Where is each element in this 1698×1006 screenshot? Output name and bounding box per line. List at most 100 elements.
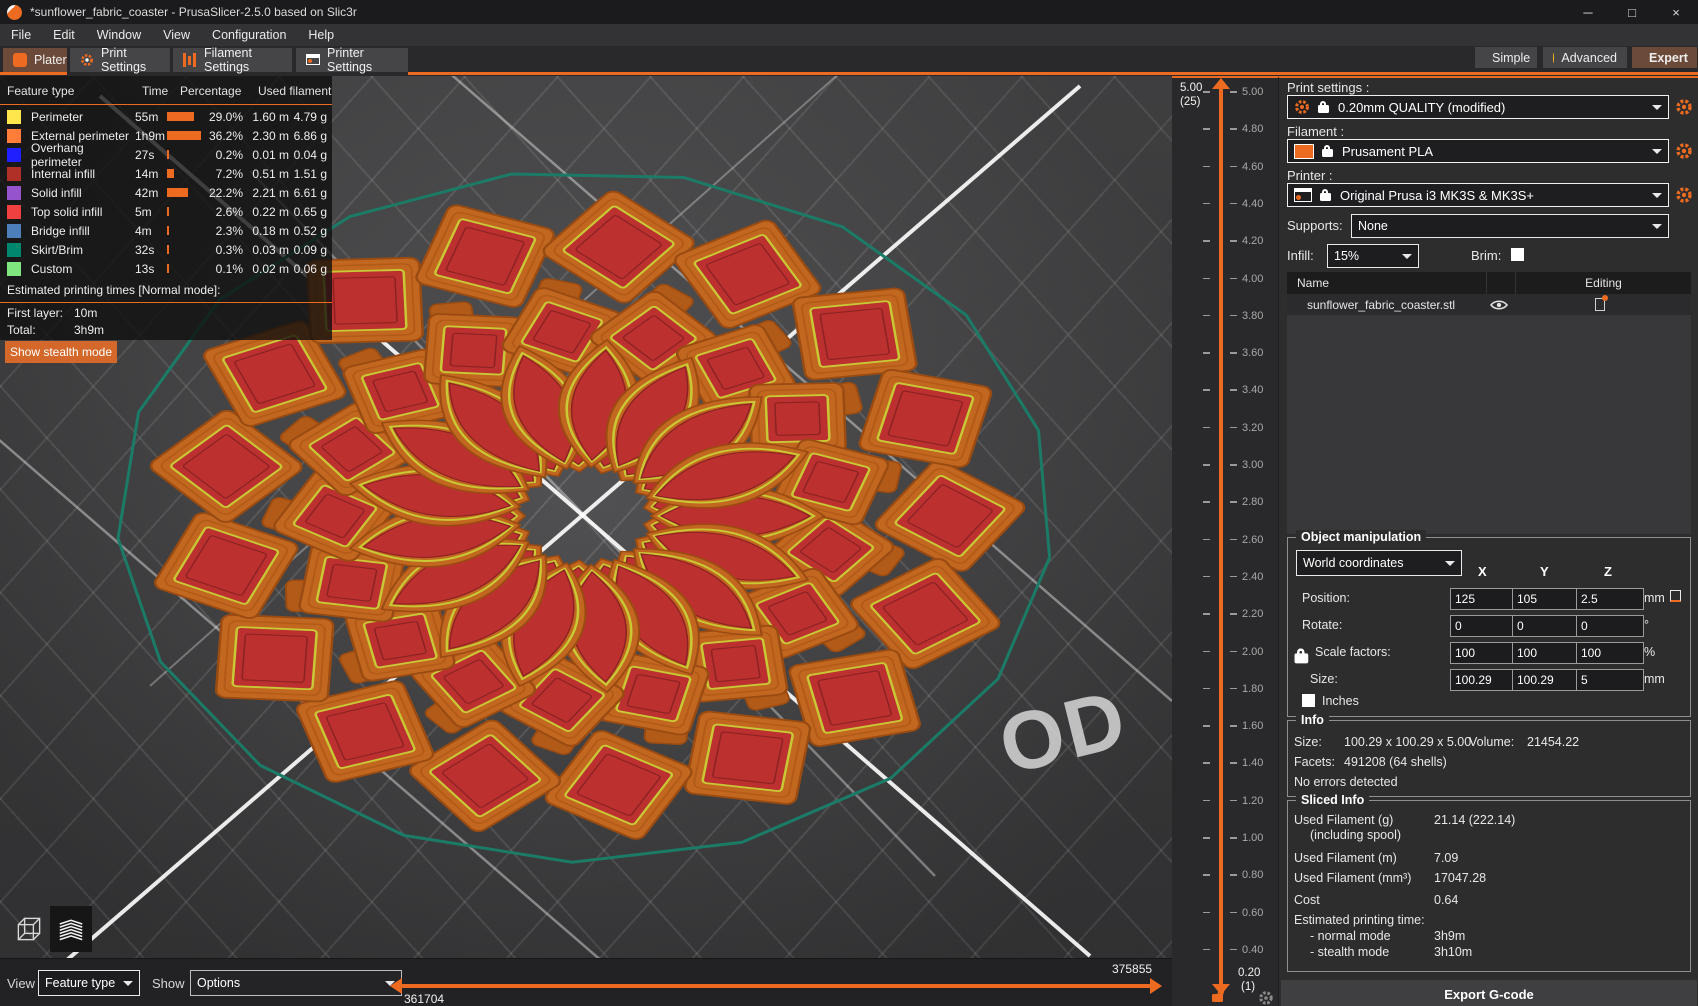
- manip-rotate-x-input[interactable]: [1450, 615, 1518, 637]
- minimize-button[interactable]: ─: [1566, 0, 1610, 24]
- manip-row-label: Position:: [1302, 591, 1350, 605]
- sliced-row-label: Used Filament (m): [1294, 851, 1397, 865]
- filament-dropdown[interactable]: Prusament PLA: [1287, 139, 1669, 163]
- layers-icon: [59, 919, 83, 941]
- 3d-viewport[interactable]: OD Feature type Time Percentage Used fil…: [0, 76, 1172, 1006]
- edit-filament-gear-icon[interactable]: [1675, 142, 1693, 160]
- layer-tick: 1.60: [1172, 720, 1278, 732]
- feature-name: Top solid infill: [31, 204, 103, 219]
- layer-tick: 2.80: [1172, 496, 1278, 508]
- eye-icon[interactable]: [1490, 299, 1508, 311]
- edit-print-settings-gear-icon[interactable]: [1675, 98, 1693, 116]
- manip-size-z-input[interactable]: [1576, 669, 1644, 691]
- menu-item-window[interactable]: Window: [86, 24, 152, 46]
- object-manipulation-title: Object manipulation: [1296, 530, 1427, 544]
- chevron-down-icon: [1445, 560, 1455, 566]
- tab-printer-settings[interactable]: Printer Settings: [296, 46, 408, 74]
- feature-name: Bridge infill: [31, 223, 90, 238]
- feature-time: 55m: [135, 109, 159, 124]
- tab-plater[interactable]: Plater: [3, 48, 67, 72]
- layers-view-button[interactable]: [50, 906, 92, 952]
- layer-tick-label: 2.60: [1242, 533, 1264, 546]
- manip-scalefactors-z-input[interactable]: [1576, 642, 1644, 664]
- unlock-icon[interactable]: [1212, 988, 1225, 1003]
- 3d-view-button[interactable]: [8, 906, 50, 952]
- sliced-row-value: 0.64: [1434, 893, 1459, 907]
- layer-tick-label: 1.20: [1242, 794, 1264, 807]
- manip-position-y-input[interactable]: [1512, 588, 1580, 610]
- feature-percentage: 0.1%: [215, 261, 243, 276]
- sliced-row-label: - normal mode: [1310, 929, 1391, 943]
- print-settings-dropdown[interactable]: 0.20mm QUALITY (modified): [1287, 95, 1669, 119]
- infill-dropdown[interactable]: 15%: [1327, 244, 1419, 268]
- object-name: sunflower_fabric_coaster.stl: [1307, 297, 1456, 312]
- mode-button-expert[interactable]: Expert: [1632, 47, 1697, 68]
- drop-to-bed-icon[interactable]: [1670, 590, 1681, 602]
- object-list-row[interactable]: sunflower_fabric_coaster.stl: [1287, 294, 1691, 315]
- feature-percentage: 2.6%: [215, 204, 243, 219]
- manip-scalefactors-x-input[interactable]: [1450, 642, 1518, 664]
- view-type-dropdown[interactable]: Feature type: [38, 970, 140, 996]
- layer-slider-column: 5.00 (25) 5.00 4.80 4.60 4.40 4.20 4.00 3.80 3.…: [1172, 76, 1278, 1006]
- mode-label: Advanced: [1561, 50, 1617, 65]
- layer-tick-label: 4.20: [1242, 235, 1264, 248]
- edit-printer-gear-icon[interactable]: [1675, 186, 1693, 204]
- manip-rotate-y-input[interactable]: [1512, 615, 1580, 637]
- window-title: *sunflower_fabric_coaster - PrusaSlicer-…: [30, 5, 357, 19]
- show-options-dropdown[interactable]: Options: [190, 970, 402, 996]
- axis-header-x: X: [1478, 564, 1487, 579]
- manip-rotate-z-input[interactable]: [1576, 615, 1644, 637]
- menu-item-help[interactable]: Help: [297, 24, 345, 46]
- chevron-down-icon: [123, 980, 133, 986]
- layer-tick: 1.80: [1172, 683, 1278, 695]
- manip-size-x-input[interactable]: [1450, 669, 1518, 691]
- mode-button-simple[interactable]: Simple: [1475, 47, 1537, 68]
- layer-tick: 1.20: [1172, 795, 1278, 807]
- manip-unit: mm: [1644, 591, 1665, 605]
- menu-item-file[interactable]: File: [0, 24, 42, 46]
- legend-row: Bridge infill 4m 2.3% 0.18 m 0.52 g: [0, 221, 332, 240]
- manip-position-z-input[interactable]: [1576, 588, 1644, 610]
- slider-settings-gear-icon[interactable]: [1258, 990, 1274, 1006]
- manip-position-x-input[interactable]: [1450, 588, 1518, 610]
- coordinates-dropdown[interactable]: World coordinates: [1296, 550, 1462, 576]
- hslider-left-handle[interactable]: [390, 978, 402, 994]
- feature-mass: 0.65 g: [293, 204, 327, 219]
- manip-scalefactors-y-input[interactable]: [1512, 642, 1580, 664]
- axis-header-y: Y: [1540, 564, 1549, 579]
- mode-button-advanced[interactable]: Advanced: [1543, 47, 1627, 68]
- menu-item-view[interactable]: View: [152, 24, 201, 46]
- menu-item-edit[interactable]: Edit: [42, 24, 86, 46]
- scale-lock-icon[interactable]: [1294, 648, 1310, 664]
- sliced-info-group: Sliced Info Used Filament (g) 21.14 (222.…: [1287, 793, 1691, 972]
- tab-print-settings[interactable]: Print Settings: [70, 46, 170, 74]
- tab-label: Plater: [34, 53, 67, 67]
- inches-checkbox[interactable]: [1302, 694, 1315, 707]
- layer-tick-label: 1.00: [1242, 832, 1264, 844]
- editing-icon[interactable]: [1595, 295, 1608, 311]
- maximize-button[interactable]: □: [1610, 0, 1654, 24]
- manip-row-label: Size:: [1310, 672, 1338, 686]
- printer-dropdown[interactable]: Original Prusa i3 MK3S & MK3S+: [1287, 183, 1669, 207]
- layer-tick: 2.40: [1172, 571, 1278, 583]
- feature-color-swatch: [7, 185, 21, 200]
- supports-dropdown[interactable]: None: [1351, 214, 1669, 238]
- manip-row-label: Scale factors:: [1315, 645, 1391, 659]
- feature-length: 0.03 m: [252, 242, 289, 257]
- feature-time: 13s: [135, 261, 155, 276]
- hslider-track[interactable]: [402, 984, 1150, 988]
- brim-checkbox[interactable]: [1511, 248, 1524, 261]
- sliced-row-value: 7.09: [1434, 851, 1459, 865]
- close-button[interactable]: ×: [1654, 0, 1698, 24]
- hslider-right-handle[interactable]: [1150, 978, 1162, 994]
- legend-header-percentage: Percentage: [180, 84, 242, 98]
- layer-tick-label: 3.00: [1242, 459, 1264, 471]
- feature-percentage: 29.0%: [208, 109, 243, 124]
- feature-time: 27s: [135, 147, 155, 162]
- tab-filament-settings[interactable]: Filament Settings: [173, 46, 292, 74]
- show-stealth-mode-button[interactable]: Show stealth mode: [5, 341, 117, 363]
- manip-size-y-input[interactable]: [1512, 669, 1580, 691]
- manip-row-label: Rotate:: [1302, 618, 1343, 632]
- menu-item-configuration[interactable]: Configuration: [201, 24, 297, 46]
- export-gcode-button[interactable]: Export G-code: [1281, 980, 1697, 1006]
